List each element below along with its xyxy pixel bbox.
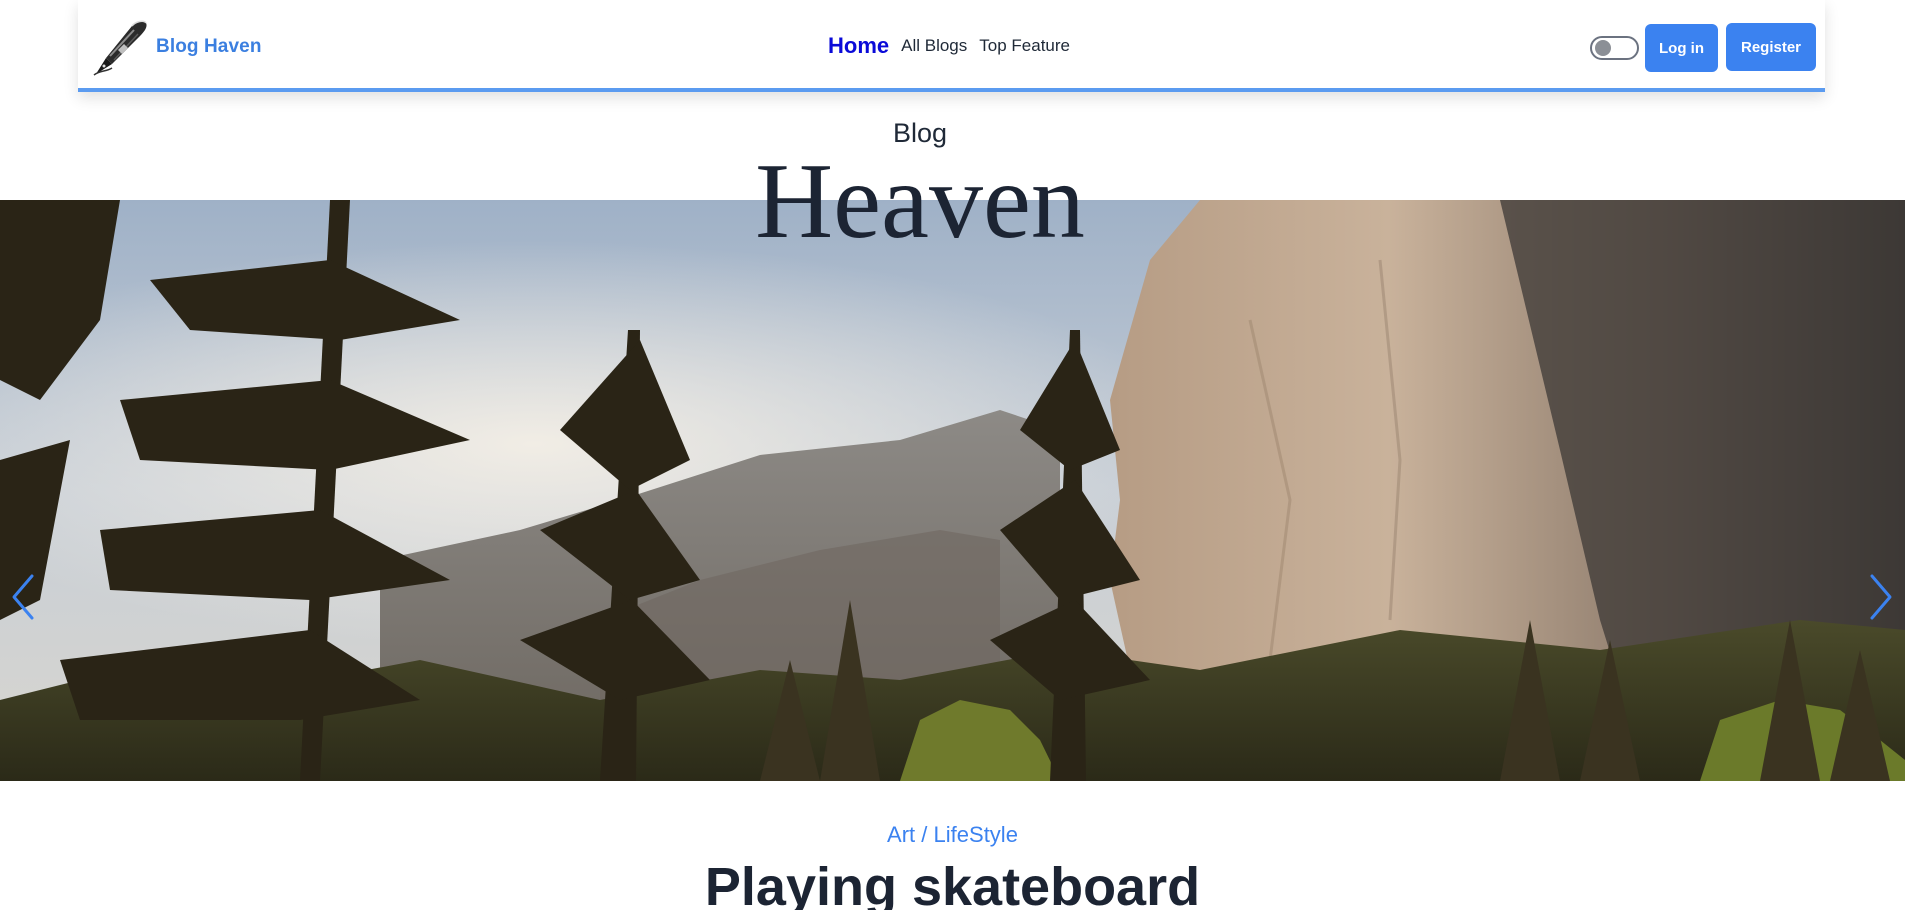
- top-navbar: Blog Haven Home All Blogs Top Feature Lo…: [78, 0, 1825, 92]
- landscape-photo: [0, 200, 1905, 781]
- theme-toggle[interactable]: [1590, 36, 1639, 60]
- post-category: Art / LifeStyle: [0, 822, 1905, 848]
- brand[interactable]: Blog Haven: [92, 18, 262, 76]
- fountain-pen-icon: [93, 20, 147, 76]
- post-title[interactable]: Playing skateboard: [0, 857, 1905, 910]
- nav-link-all-blogs[interactable]: All Blogs: [901, 36, 967, 56]
- chevron-left-icon[interactable]: [8, 572, 38, 622]
- nav-link-top-feature[interactable]: Top Feature: [979, 36, 1070, 56]
- chevron-right-icon[interactable]: [1866, 572, 1896, 622]
- carousel-slide-image: [0, 200, 1905, 781]
- nav-links: Home All Blogs Top Feature: [828, 0, 1070, 92]
- login-button[interactable]: Log in: [1645, 24, 1718, 72]
- page: Blog Haven Home All Blogs Top Feature Lo…: [0, 0, 1905, 910]
- category-art[interactable]: Art: [887, 822, 915, 847]
- category-separator: /: [921, 822, 928, 847]
- category-lifestyle[interactable]: LifeStyle: [934, 822, 1018, 847]
- hero-big-title: Heaven: [755, 142, 1085, 261]
- register-button[interactable]: Register: [1726, 23, 1816, 71]
- brand-name: Blog Haven: [156, 36, 262, 57]
- theme-toggle-knob: [1595, 40, 1611, 56]
- nav-link-home[interactable]: Home: [828, 33, 889, 59]
